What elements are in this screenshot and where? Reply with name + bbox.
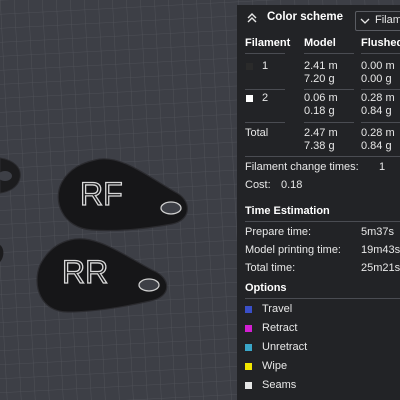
divider bbox=[361, 89, 400, 90]
color-scheme-select-value: Filament bbox=[375, 14, 400, 27]
divider bbox=[361, 122, 400, 123]
divider bbox=[245, 122, 285, 123]
wipe-color-swatch bbox=[245, 363, 252, 371]
flushed-length: 0.28 m bbox=[361, 92, 395, 104]
time-estimation-title: Time Estimation bbox=[245, 205, 330, 217]
model-length: 0.06 m bbox=[304, 92, 338, 104]
divider bbox=[245, 298, 400, 299]
col-header-model: Model bbox=[304, 37, 336, 49]
cost-value: 0.18 bbox=[281, 179, 303, 191]
col-header-filament: Filament bbox=[245, 37, 291, 49]
option-label: Travel bbox=[262, 303, 293, 315]
chevron-down-icon bbox=[360, 18, 370, 24]
total-flushed-weight: 0.84 g bbox=[361, 140, 392, 152]
divider bbox=[245, 53, 285, 54]
color-scheme-select[interactable]: Filament bbox=[355, 11, 400, 31]
option-label: Retract bbox=[262, 322, 298, 334]
total-time-value: 25m21s bbox=[361, 262, 400, 274]
col-header-flushed: Flushed bbox=[361, 37, 400, 49]
flushed-length: 0.00 m bbox=[361, 60, 395, 72]
option-label: Seams bbox=[262, 379, 297, 391]
option-wipe[interactable]: Wipe bbox=[245, 360, 287, 373]
cost-label: Cost: bbox=[245, 179, 271, 191]
divider bbox=[304, 89, 354, 90]
model-weight: 7.20 g bbox=[304, 73, 335, 85]
option-label: Wipe bbox=[262, 360, 288, 372]
option-retract[interactable]: Retract bbox=[245, 322, 297, 335]
filament-change-value: 1 bbox=[379, 161, 386, 173]
option-travel[interactable]: Travel bbox=[245, 303, 292, 316]
model-length: 2.41 m bbox=[304, 60, 338, 72]
model-printing-time-label: Model printing time: bbox=[245, 244, 341, 256]
prepare-time-label: Prepare time: bbox=[245, 226, 312, 238]
filament-id: 2 bbox=[262, 92, 269, 104]
divider bbox=[304, 122, 354, 123]
filament-id: 1 bbox=[262, 60, 269, 72]
filament-change-label: Filament change times: bbox=[245, 161, 359, 173]
divider bbox=[245, 156, 400, 157]
divider bbox=[245, 89, 285, 90]
divider bbox=[361, 53, 400, 54]
filament-color-swatch bbox=[246, 95, 253, 102]
collapse-icon[interactable] bbox=[245, 11, 259, 25]
total-flushed-length: 0.28 m bbox=[361, 127, 395, 139]
flushed-weight: 0.84 g bbox=[361, 105, 392, 117]
total-label: Total bbox=[245, 127, 269, 139]
unretract-color-swatch bbox=[245, 344, 252, 352]
option-unretract[interactable]: Unretract bbox=[245, 341, 307, 354]
divider bbox=[245, 221, 400, 222]
travel-color-swatch bbox=[245, 306, 252, 314]
option-label: Unretract bbox=[262, 341, 308, 353]
color-scheme-title: Color scheme bbox=[267, 11, 344, 24]
retract-color-swatch bbox=[245, 325, 252, 333]
option-seams[interactable]: Seams bbox=[245, 379, 296, 392]
total-model-length: 2.47 m bbox=[304, 127, 338, 139]
filament-color-swatch bbox=[246, 63, 253, 70]
options-title: Options bbox=[245, 282, 287, 294]
flushed-weight: 0.00 g bbox=[361, 73, 392, 85]
seams-color-swatch bbox=[245, 382, 252, 390]
total-time-label: Total time: bbox=[245, 262, 296, 274]
model-weight: 0.18 g bbox=[304, 105, 335, 117]
model-printing-time-value: 19m43s bbox=[361, 244, 400, 256]
total-model-weight: 7.38 g bbox=[304, 140, 335, 152]
gcode-legend-panel: Color scheme Filament Filament Model Flu… bbox=[237, 5, 400, 400]
prepare-time-value: 5m37s bbox=[361, 226, 395, 238]
divider bbox=[304, 53, 354, 54]
plate-label-rr: RR bbox=[62, 254, 108, 290]
